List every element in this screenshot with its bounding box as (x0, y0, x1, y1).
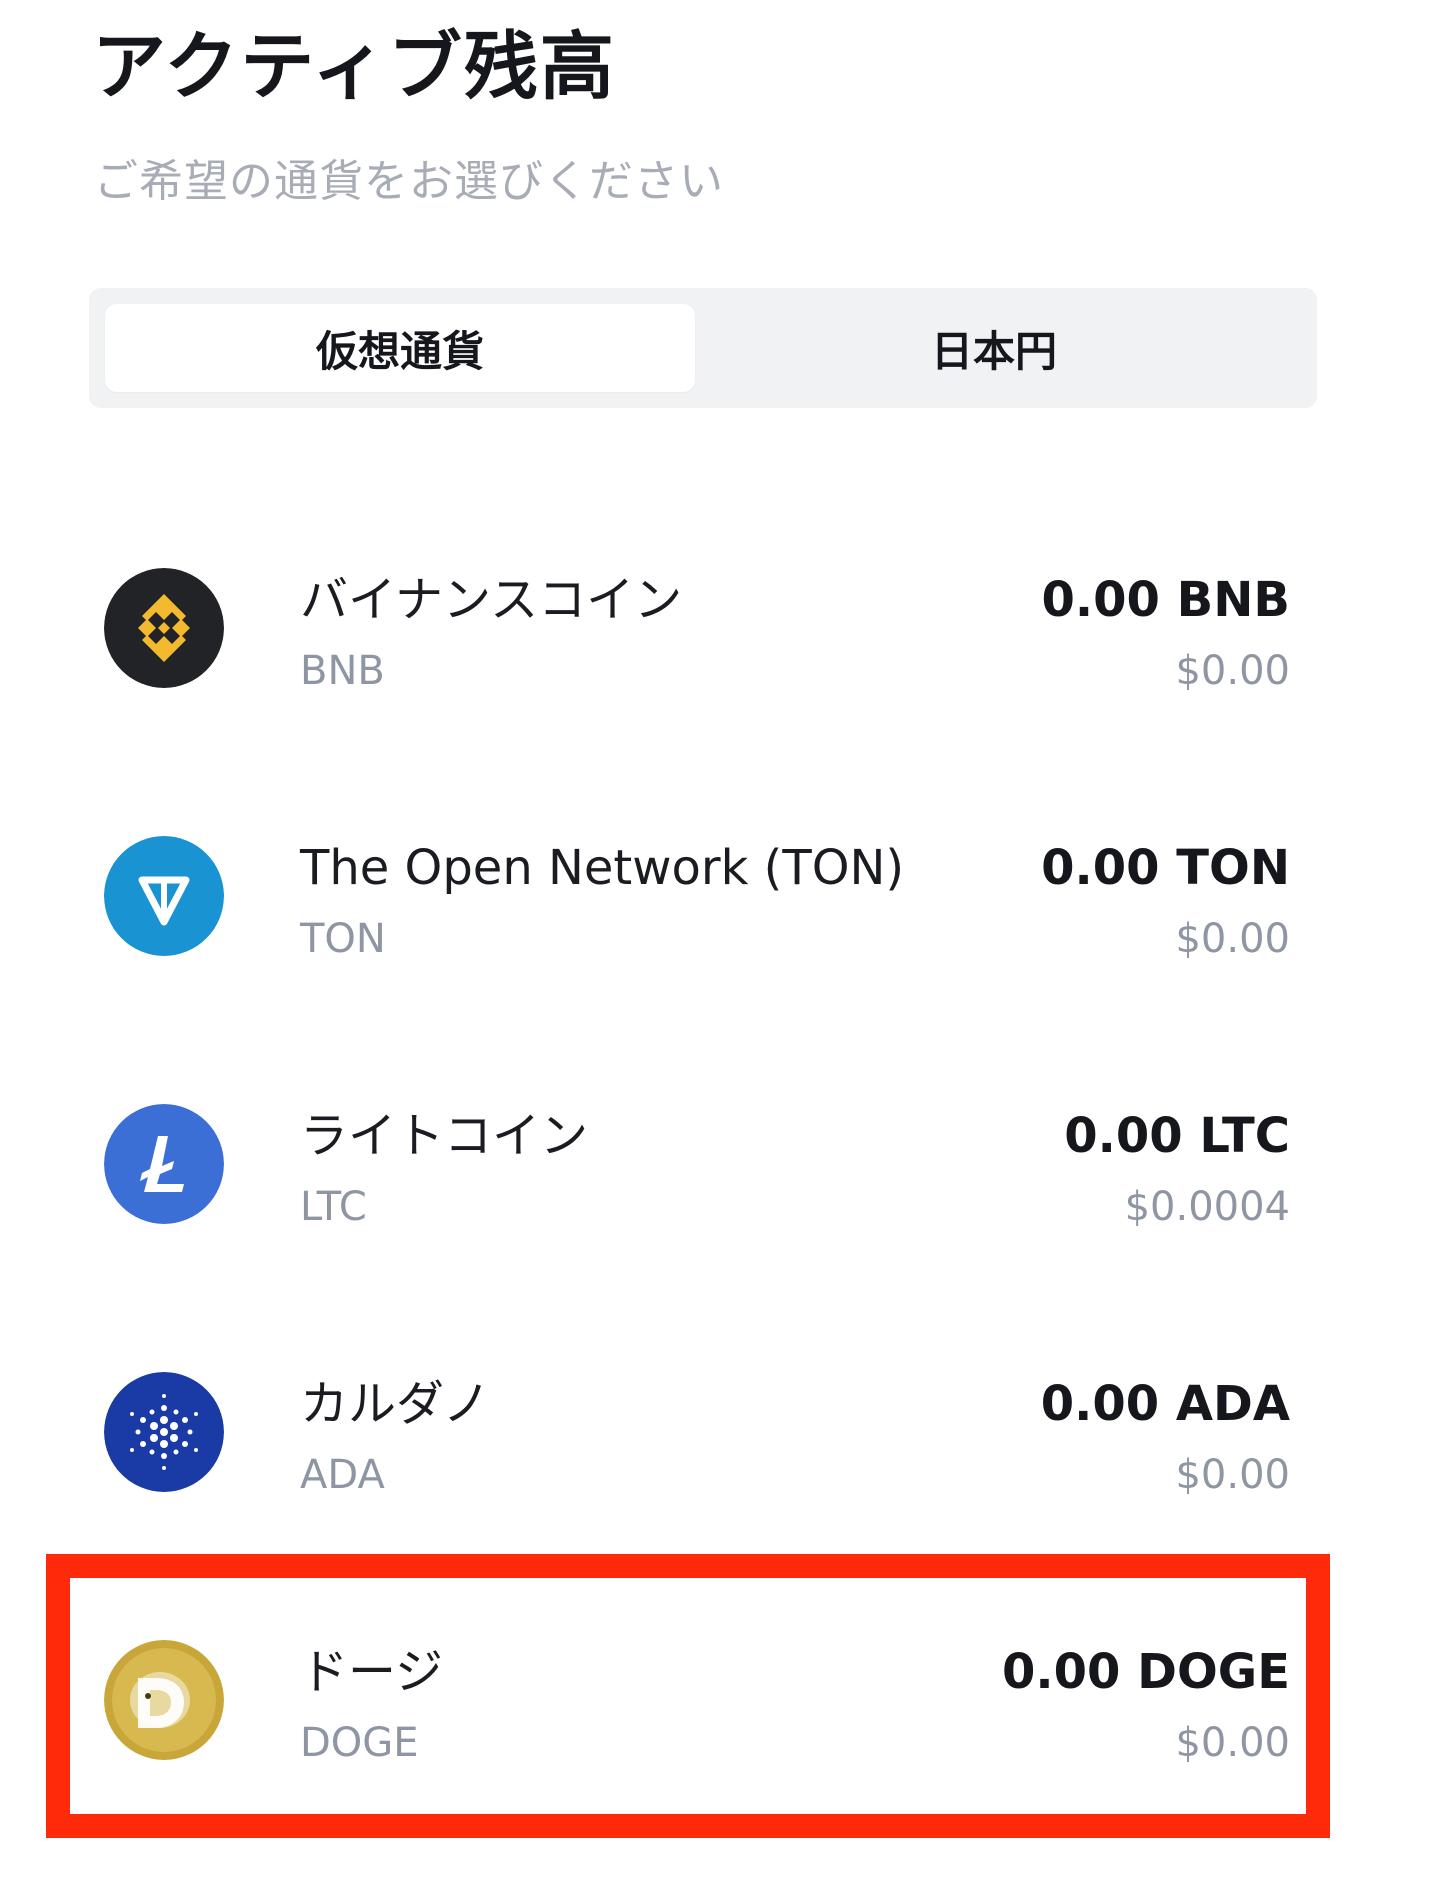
asset-row-ltc[interactable]: ライトコイン LTC 0.00 LTC $0.0004 (90, 1076, 1290, 1276)
page-subtitle: ご希望の通貨をお選びください (94, 156, 724, 207)
asset-name: ドージ (300, 1644, 444, 1700)
asset-fiat-value: $0.00 (1175, 1452, 1290, 1498)
asset-name: The Open Network (TON) (300, 840, 905, 896)
cardano-icon (104, 1372, 224, 1492)
bnb-icon (104, 568, 224, 688)
asset-amount: 0.00 DOGE (1002, 1644, 1290, 1700)
asset-fiat-value: $0.0004 (1124, 1184, 1290, 1230)
asset-row-bnb[interactable]: バイナンスコイン BNB 0.00 BNB $0.00 (90, 540, 1290, 740)
asset-fiat-value: $0.00 (1175, 1720, 1290, 1766)
tab-crypto[interactable]: 仮想通貨 (105, 304, 695, 392)
asset-row-doge[interactable]: ドージ DOGE 0.00 DOGE $0.00 (90, 1612, 1290, 1812)
asset-symbol: LTC (300, 1184, 367, 1230)
asset-amount: 0.00 TON (1041, 840, 1290, 896)
asset-row-ada[interactable]: カルダノ ADA 0.00 ADA $0.00 (90, 1344, 1290, 1544)
currency-type-switch: 仮想通貨 日本円 (89, 288, 1317, 408)
dogecoin-icon (104, 1640, 224, 1760)
asset-fiat-value: $0.00 (1175, 916, 1290, 962)
asset-amount: 0.00 BNB (1041, 572, 1290, 628)
ton-icon (104, 836, 224, 956)
asset-symbol: BNB (300, 648, 385, 694)
asset-symbol: ADA (300, 1452, 385, 1498)
asset-amount: 0.00 LTC (1064, 1108, 1290, 1164)
tab-jpy[interactable]: 日本円 (699, 304, 1289, 392)
asset-symbol: DOGE (300, 1720, 419, 1766)
asset-fiat-value: $0.00 (1175, 648, 1290, 694)
asset-row-ton[interactable]: The Open Network (TON) TON 0.00 TON $0.0… (90, 808, 1290, 1008)
page-title: アクティブ残高 (92, 24, 616, 110)
asset-amount: 0.00 ADA (1040, 1376, 1290, 1432)
asset-name: カルダノ (300, 1376, 491, 1432)
litecoin-icon (104, 1104, 224, 1224)
asset-name: バイナンスコイン (300, 572, 683, 628)
asset-name: ライトコイン (300, 1108, 589, 1164)
asset-symbol: TON (300, 916, 386, 962)
